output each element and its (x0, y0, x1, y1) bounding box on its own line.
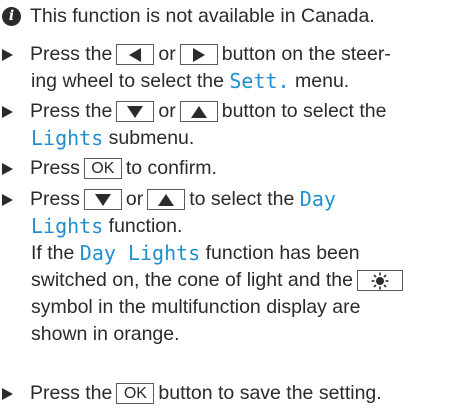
step-text: Press the (30, 43, 113, 65)
step-text: to confirm. (125, 157, 217, 179)
step-text: switched on, the cone of light and the (31, 269, 353, 291)
step-text: If the (31, 242, 75, 264)
left-arrow-key-icon (116, 44, 155, 65)
step-text: Press the (30, 100, 113, 122)
step-3: Press OK to confirm. (2, 155, 217, 182)
down-arrow-key-icon (116, 101, 155, 122)
step-text: Press the (30, 382, 113, 404)
step-2: Press the or button to select the Lights… (2, 98, 387, 152)
note-text: This function is not available in Canada… (30, 4, 375, 27)
menu-name-day: Day (299, 187, 336, 211)
step-5: Press the OK button to save the setting. (2, 380, 382, 407)
step-text: ing wheel to select the (31, 70, 224, 92)
step-text: or (158, 100, 176, 122)
menu-name-lights: Lights (31, 214, 104, 238)
step-text: button on the steer- (221, 43, 391, 65)
step-1: Press the or button on the steer- ing wh… (2, 41, 391, 95)
step-text: submenu. (108, 127, 195, 149)
step-text: button to save the setting. (158, 382, 382, 404)
right-arrow-key-icon (179, 44, 218, 65)
up-arrow-key-icon (147, 189, 186, 210)
bullet-icon (2, 162, 13, 175)
step-text: Press (30, 188, 80, 210)
step-text: Press (30, 157, 80, 179)
step-text: or (125, 188, 144, 210)
step-text: menu. (295, 70, 350, 92)
info-icon: i (2, 6, 21, 26)
light-symbol-icon (356, 270, 403, 291)
step-text: button to select the (221, 100, 387, 122)
step-text: shown in orange. (31, 323, 180, 345)
info-note: i This function is not available in Cana… (2, 2, 375, 30)
up-arrow-key-icon (179, 101, 218, 122)
down-arrow-key-icon (83, 189, 122, 210)
ok-key: OK (83, 158, 122, 179)
step-text: function. (108, 215, 183, 237)
step-text: or (158, 43, 176, 65)
ok-key: OK (116, 383, 155, 404)
bullet-icon (2, 48, 13, 61)
menu-name-lights: Lights (31, 126, 104, 150)
bullet-icon (2, 105, 13, 118)
step-text: symbol in the multifunction display are (31, 296, 361, 318)
bullet-icon (2, 387, 13, 400)
menu-name-day-lights: Day Lights (79, 241, 201, 265)
step-text: to select the (189, 188, 295, 210)
bullet-icon (2, 193, 13, 206)
menu-name-sett: Sett. (229, 69, 290, 93)
step-4: Press or to select the Day Lights functi… (2, 186, 407, 348)
step-text: function has been (205, 242, 360, 264)
